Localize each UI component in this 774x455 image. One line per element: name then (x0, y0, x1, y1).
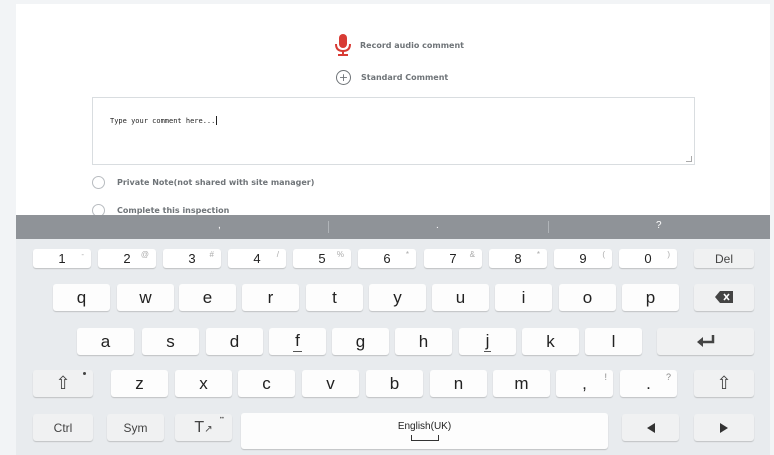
key-i[interactable]: i (495, 284, 552, 311)
key-b[interactable]: b (366, 370, 423, 397)
shift-key-left[interactable]: ⇧ (33, 370, 93, 397)
standard-comment-label: Standard Comment (361, 73, 449, 82)
private-note-radio[interactable] (92, 176, 105, 189)
ctrl-key[interactable]: Ctrl (33, 414, 93, 441)
space-bar[interactable]: English(UK) (241, 413, 608, 449)
shift-icon: ⇧ (716, 373, 732, 393)
keyboard-language: English(UK) (397, 421, 452, 432)
standard-comment-button[interactable]: + Standard Comment (336, 70, 448, 85)
arrow-left-icon (646, 418, 655, 438)
enter-key[interactable] (657, 328, 754, 355)
suggestion-period[interactable]: . (436, 220, 439, 231)
key-q[interactable]: q (53, 284, 110, 311)
key-f[interactable]: f (269, 328, 326, 355)
resize-handle-icon[interactable] (686, 156, 692, 162)
suggestion-divider (328, 221, 329, 233)
key-j[interactable]: j (459, 328, 516, 355)
key-r[interactable]: r (242, 284, 299, 311)
delete-key[interactable]: Del (694, 249, 754, 268)
key-1[interactable]: 1- (33, 249, 91, 268)
key-z[interactable]: z (111, 370, 168, 397)
key-3[interactable]: 3 # (163, 249, 221, 268)
key-h[interactable]: h (395, 328, 452, 355)
text-caret (216, 116, 218, 125)
key-k[interactable]: k (522, 328, 579, 355)
key-v[interactable]: v (302, 370, 359, 397)
key-x[interactable]: x (175, 370, 232, 397)
suggestion-bar: , . ? (16, 215, 770, 239)
key-period[interactable]: .? (620, 370, 677, 397)
microphone-icon (334, 33, 352, 57)
key-c[interactable]: c (238, 370, 295, 397)
shift-key-right[interactable]: ⇧ (694, 370, 754, 397)
key-0[interactable]: 0) (619, 249, 677, 268)
key-g[interactable]: g (332, 328, 389, 355)
backspace-key[interactable] (694, 284, 754, 311)
suggestion-divider (548, 221, 549, 233)
caps-indicator (83, 372, 86, 375)
private-note-label: Private Note(not shared with site manage… (117, 178, 315, 187)
key-7[interactable]: 7 & (424, 249, 482, 268)
key-l[interactable]: l (585, 328, 642, 355)
key-2[interactable]: 2 @ (98, 249, 156, 268)
key-d[interactable]: d (206, 328, 263, 355)
key-4[interactable]: 4/ (228, 249, 286, 268)
shift-icon: ⇧ (55, 373, 71, 393)
key-n[interactable]: n (430, 370, 487, 397)
text-mode-key[interactable]: T↗ •• (175, 414, 232, 441)
key-9[interactable]: 9( (554, 249, 612, 268)
voice-dots-icon: •• (219, 416, 224, 422)
key-u[interactable]: u (432, 284, 489, 311)
inspection-comment-panel: Record audio comment + Standard Comment … (16, 4, 770, 218)
record-audio-label: Record audio comment (360, 40, 464, 50)
backspace-icon (715, 288, 733, 308)
key-a[interactable]: a (77, 328, 134, 355)
plus-circle-icon: + (336, 70, 351, 85)
private-note-option[interactable]: Private Note(not shared with site manage… (92, 176, 314, 189)
suggestion-comma[interactable]: , (218, 220, 221, 231)
key-m[interactable]: m (493, 370, 550, 397)
on-screen-keyboard: , . ? 1- 2 @ 3 # 4/ 5% 6 * 7 & 8 * 9( 0) Del … (16, 215, 770, 455)
sym-key[interactable]: Sym (107, 414, 164, 441)
cursor-left-key[interactable] (622, 414, 679, 441)
record-audio-button[interactable]: Record audio comment (334, 33, 464, 57)
key-p[interactable]: p (622, 284, 679, 311)
key-t[interactable]: t (306, 284, 363, 311)
key-e[interactable]: e (179, 284, 236, 311)
comment-placeholder: Type your comment here... (110, 116, 218, 125)
key-8[interactable]: 8 * (489, 249, 547, 268)
comment-textarea[interactable]: Type your comment here... (92, 97, 695, 165)
key-6[interactable]: 6 * (358, 249, 416, 268)
key-s[interactable]: s (142, 328, 199, 355)
key-o[interactable]: o (559, 284, 616, 311)
key-y[interactable]: y (369, 284, 426, 311)
key-comma[interactable]: ,! (556, 370, 613, 397)
key-5[interactable]: 5% (293, 249, 351, 268)
suggestion-question[interactable]: ? (656, 220, 662, 231)
space-icon (410, 435, 439, 441)
complete-inspection-label: Complete this inspection (117, 206, 230, 215)
arrow-right-icon (720, 418, 728, 438)
text-format-icon: T↗ (194, 418, 213, 436)
cursor-right-key[interactable] (694, 414, 754, 441)
key-w[interactable]: w (117, 284, 174, 311)
enter-icon (696, 332, 715, 352)
